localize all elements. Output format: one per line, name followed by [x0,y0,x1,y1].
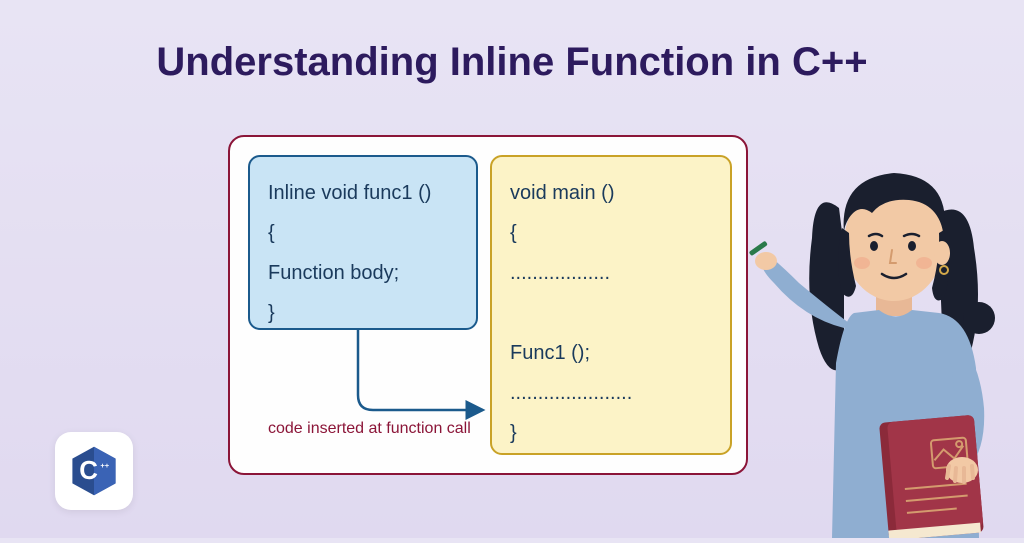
code-line: ...................... [510,373,712,413]
cpp-logo: C ++ [55,432,133,510]
svg-text:++: ++ [100,461,109,470]
code-line: } [510,413,712,453]
code-line [510,293,712,333]
code-line: Inline void func1 () [268,173,458,213]
cpp-hexagon-icon: C ++ [67,444,121,498]
code-line: Function body; [268,253,458,293]
code-line: .................. [510,253,712,293]
inline-function-box: Inline void func1 () { Function body; } [248,155,478,330]
diagram-container: Inline void func1 () { Function body; } … [228,135,748,475]
code-line: { [510,213,712,253]
svg-text:C: C [79,457,98,485]
page-title: Understanding Inline Function in C++ [0,0,1024,85]
arrow-label: code inserted at function call [268,420,471,438]
main-function-box: void main () { .................. Func1 … [490,155,732,455]
code-line: Func1 (); [510,333,712,373]
code-line: { [268,213,458,253]
teacher-illustration [744,118,1024,538]
code-line: } [268,293,458,333]
code-line: void main () [510,173,712,213]
